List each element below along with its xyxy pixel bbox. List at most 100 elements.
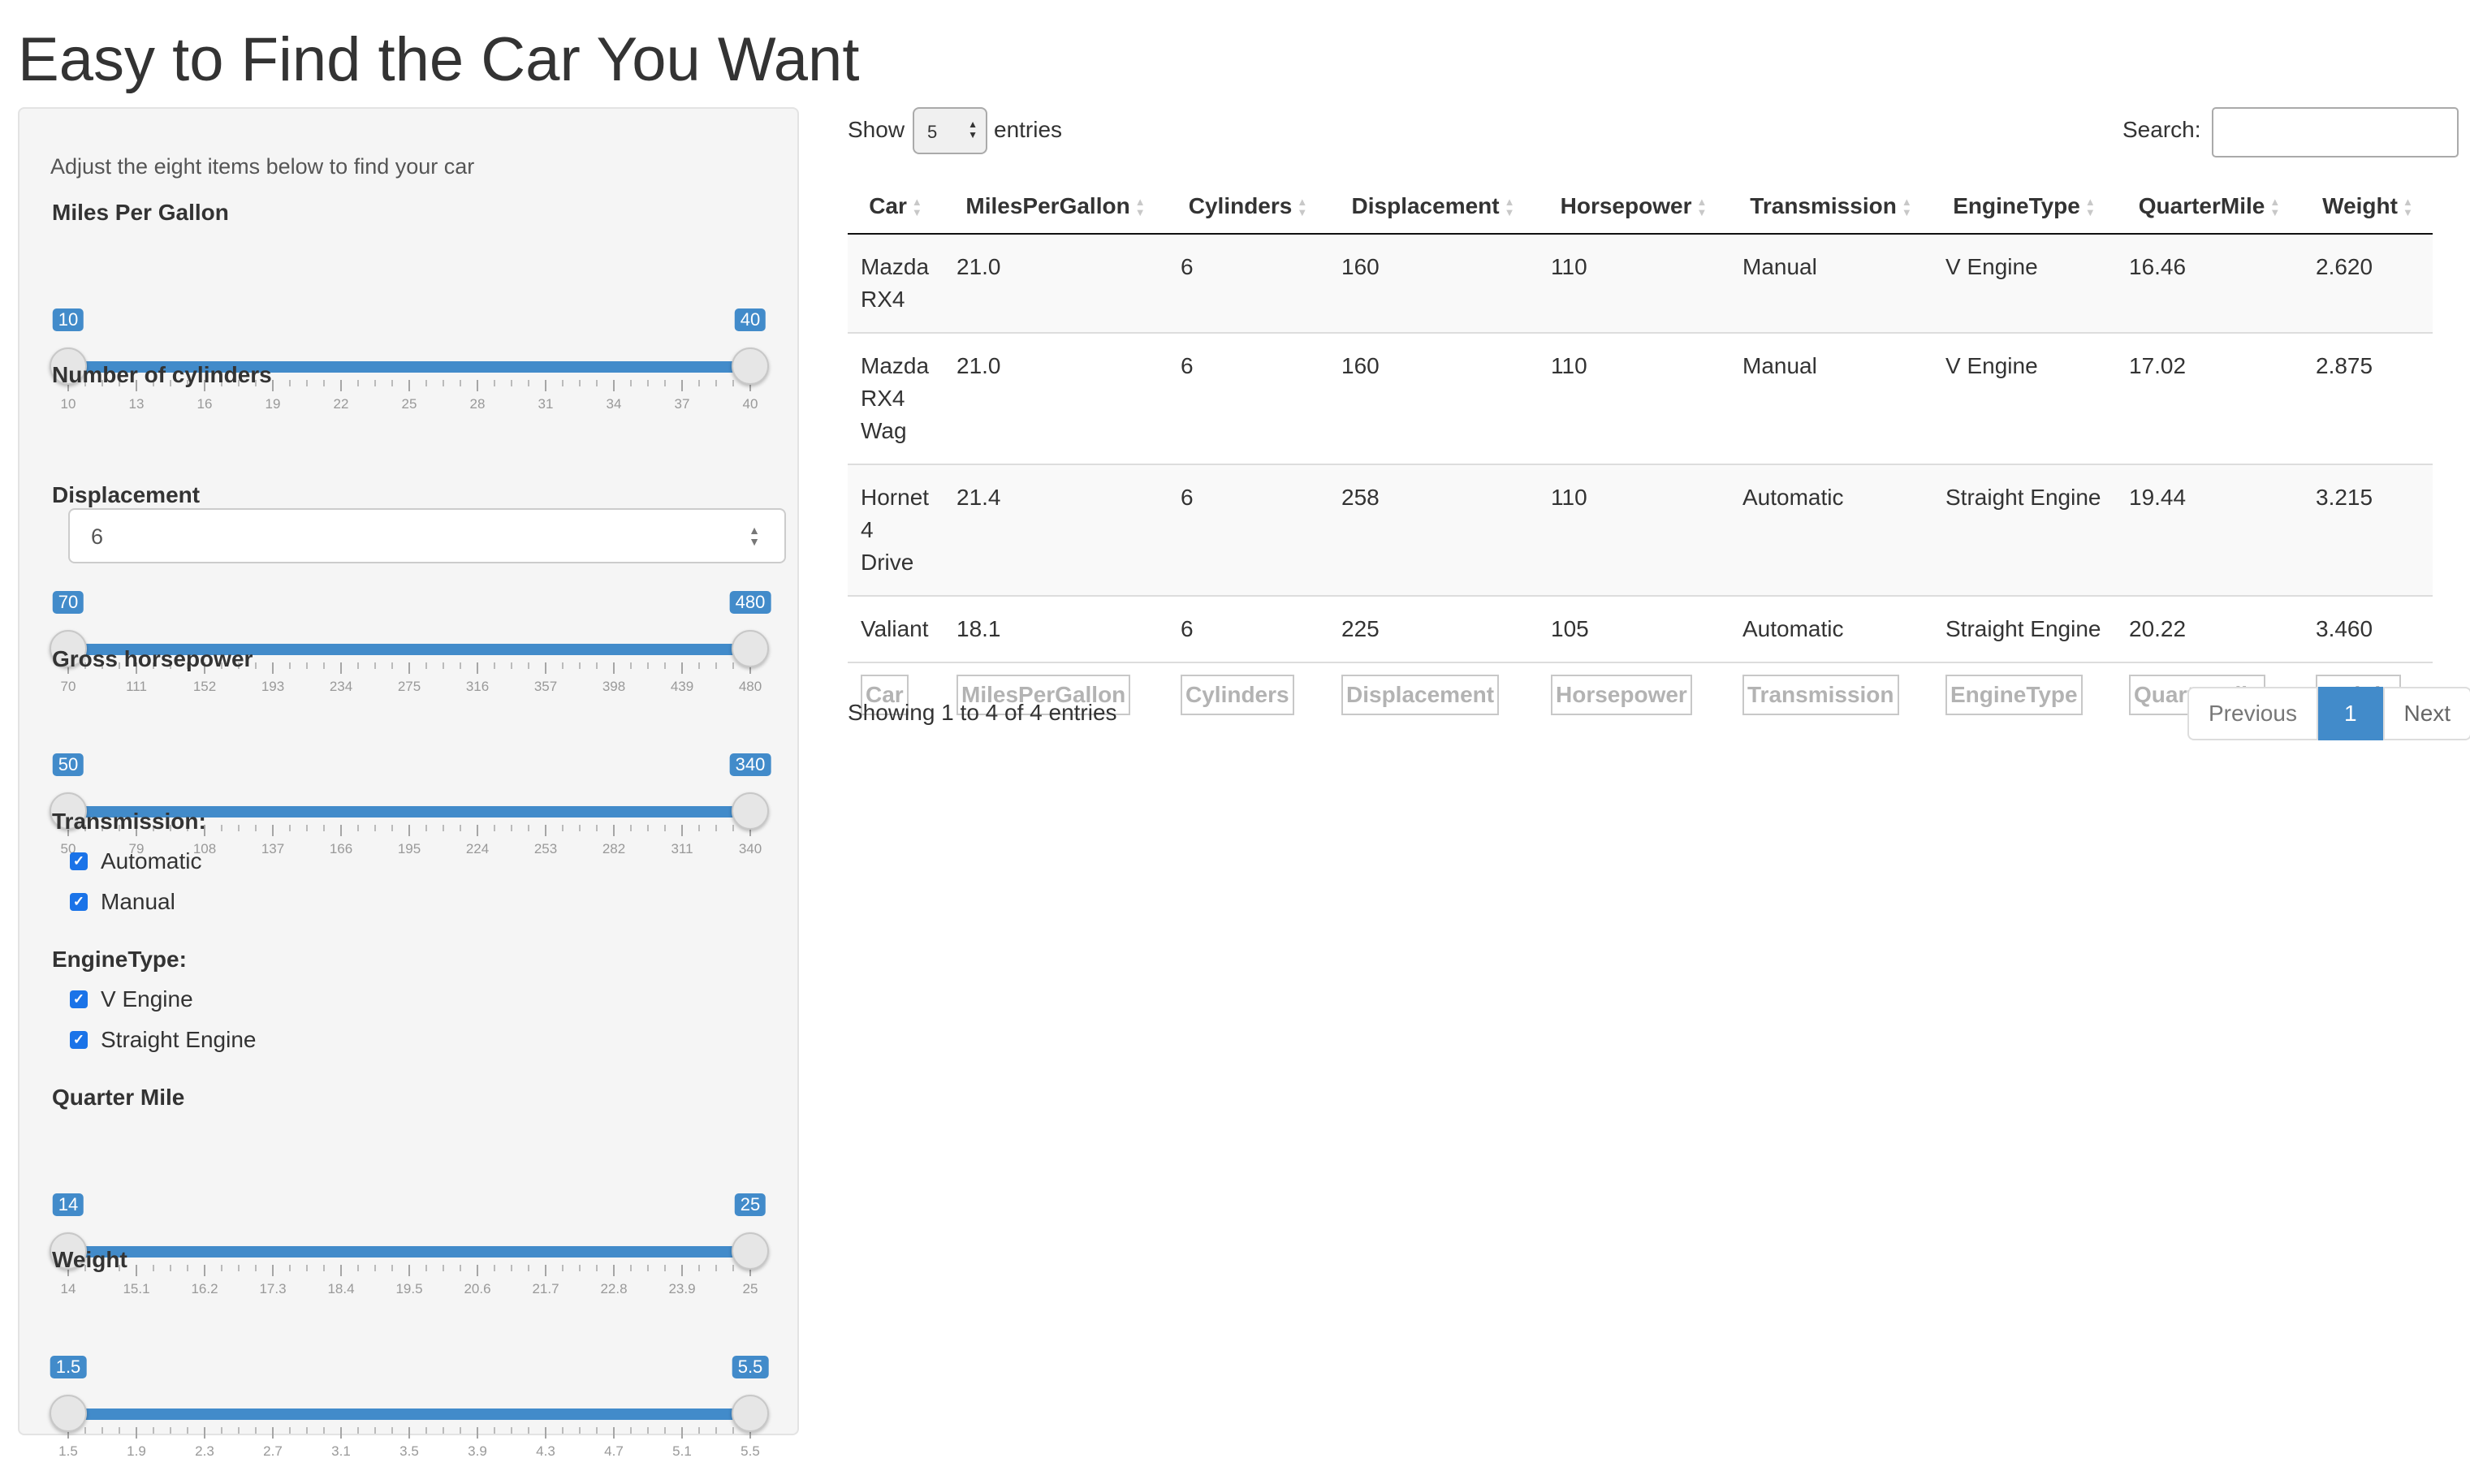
slider-tick [408, 1265, 410, 1276]
column-header[interactable]: EngineType ▲ ▼ [1932, 179, 2116, 235]
sort-arrows-icon[interactable]: ▲ ▼ [1902, 196, 1912, 218]
slider-max-handle[interactable] [732, 630, 769, 667]
slider-tick-label: 25 [742, 1281, 758, 1296]
slider-min-handle[interactable] [50, 1395, 87, 1432]
slider-tick [272, 1265, 274, 1276]
slider-max-handle[interactable] [732, 1395, 769, 1432]
slider-tick-label: 137 [261, 841, 285, 856]
slider-tick [732, 1427, 734, 1434]
slider-tick [647, 1427, 649, 1434]
slider-tick [306, 380, 308, 386]
column-header[interactable]: Weight ▲ ▼ [2303, 179, 2433, 235]
slider-tick [425, 1265, 427, 1271]
slider-tick-label: 17.3 [259, 1281, 287, 1296]
sort-arrows-icon[interactable]: ▲ ▼ [1505, 196, 1515, 218]
column-filter-input[interactable]: Transmission [1742, 675, 1899, 715]
entries-select[interactable]: 5 ▲ ▼ [913, 107, 987, 154]
search-input[interactable] [2212, 107, 2459, 157]
slider-tick-label: 234 [329, 679, 353, 694]
column-header[interactable]: QuarterMile ▲ ▼ [2116, 179, 2303, 235]
sort-arrows-icon[interactable]: ▲ ▼ [1696, 196, 1707, 218]
slider-tick [528, 380, 529, 386]
column-header[interactable]: Horsepower ▲ ▼ [1538, 179, 1729, 235]
table-row[interactable]: Mazda RX4 Wag 21.0 6 160 110 Manual V Engine 17… [848, 333, 2433, 465]
table-row[interactable]: Mazda RX4 21.0 6 160 110 Manual V Engine 16.46 2… [848, 234, 2433, 334]
spinner-arrows-icon[interactable]: ▲ ▼ [749, 524, 760, 547]
slider-tick [238, 1427, 240, 1434]
checkbox-manual[interactable]: ✓ Manual [70, 888, 175, 916]
table-cell: 17.02 [2116, 333, 2303, 465]
slider-tick [545, 380, 546, 391]
slider-tick-label: 37 [674, 396, 690, 412]
slider-tick [511, 1265, 512, 1271]
previous-button[interactable]: Previous [2187, 687, 2318, 740]
checkbox-label: V Engine [101, 986, 193, 1012]
sort-arrows-icon[interactable]: ▲ ▼ [2269, 196, 2280, 218]
slider-tick [715, 1427, 717, 1434]
column-filter-input[interactable]: Horsepower [1551, 675, 1692, 715]
slider-tick [664, 825, 666, 831]
slider-tick [425, 825, 427, 831]
slider-max-handle[interactable] [732, 347, 769, 385]
slider-tick-label: 16.2 [191, 1281, 218, 1296]
slider-tick [647, 380, 649, 386]
checkbox-automatic[interactable]: ✓ Automatic [70, 848, 202, 875]
checkbox-checked-icon[interactable]: ✓ [70, 990, 88, 1008]
cylinders-input[interactable]: 6 ▲ ▼ [68, 508, 786, 563]
slider-tick [357, 825, 359, 831]
sort-arrows-icon[interactable]: ▲ ▼ [2403, 196, 2413, 218]
checkbox-label: Straight Engine [101, 1027, 257, 1052]
slider-tick [562, 380, 564, 386]
column-header[interactable]: Transmission ▲ ▼ [1729, 179, 1932, 235]
table-row[interactable]: Valiant 18.1 6 225 105 Automatic Straight Engi… [848, 596, 2433, 663]
checkbox-checked-icon[interactable]: ✓ [70, 1031, 88, 1049]
slider-tick [289, 662, 291, 669]
column-filter-input[interactable]: Displacement [1341, 675, 1500, 715]
slider-tick-label: 21.7 [532, 1281, 559, 1296]
table-cell: V Engine [1932, 333, 2116, 465]
sort-arrows-icon[interactable]: ▲ ▼ [1135, 196, 1146, 218]
column-filter-input[interactable]: EngineType [1945, 675, 2083, 715]
entries-label: entries [994, 117, 1063, 142]
slider-tick [647, 825, 649, 831]
slider-tick-label: 22.8 [600, 1281, 628, 1296]
slider-tick [477, 1427, 478, 1439]
table-cell: 20.22 [2116, 596, 2303, 663]
slider-tick [494, 1265, 495, 1271]
table-cell: 3.215 [2303, 464, 2433, 597]
slider-min-label: 70 [52, 591, 84, 614]
slider-tick [187, 1265, 188, 1271]
column-header[interactable]: Displacement ▲ ▼ [1328, 179, 1538, 235]
slider-tick-label: 224 [465, 841, 490, 856]
table-row[interactable]: Hornet 4 Drive 21.4 6 258 110 Automatic Straig… [848, 464, 2433, 597]
sort-arrows-icon[interactable]: ▲ ▼ [1297, 196, 1307, 218]
slider-max-handle[interactable] [732, 1232, 769, 1270]
checkbox-v-engine[interactable]: ✓ V Engine [70, 986, 193, 1013]
column-header[interactable]: Car ▲ ▼ [848, 179, 944, 235]
checkbox-checked-icon[interactable]: ✓ [70, 852, 88, 870]
page-1-button[interactable]: 1 [2317, 687, 2383, 740]
slider-tick-label: 1.9 [127, 1443, 146, 1459]
table-cell: 18.1 [944, 596, 1168, 663]
table-cell: Manual [1729, 333, 1932, 465]
slider-max-label: 480 [729, 591, 771, 614]
sort-arrows-icon[interactable]: ▲ ▼ [912, 196, 922, 218]
next-button[interactable]: Next [2382, 687, 2470, 740]
slider-tick [545, 1265, 546, 1276]
sort-arrows-icon[interactable]: ▲ ▼ [2085, 196, 2096, 218]
quartermile-slider[interactable]: 14 15.1 16.2 17.3 18.4 19.5 20.6 21.7 22.8 23.9 25… [50, 1193, 769, 1318]
column-filter-input[interactable]: Cylinders [1181, 675, 1294, 715]
slider-tick [408, 825, 410, 836]
sidebar-intro: Adjust the eight items below to find you… [50, 154, 475, 179]
checkbox-checked-icon[interactable]: ✓ [70, 893, 88, 911]
filter-sidebar: Adjust the eight items below to find you… [18, 107, 799, 1459]
slider-max-handle[interactable] [732, 792, 769, 830]
slider-tick [170, 1265, 171, 1271]
slider-tick-label: 5.5 [741, 1443, 760, 1459]
slider-tick [562, 662, 564, 669]
checkbox-straight-engine[interactable]: ✓ Straight Engine [70, 1026, 256, 1054]
column-header[interactable]: MilesPerGallon ▲ ▼ [944, 179, 1168, 235]
column-header[interactable]: Cylinders ▲ ▼ [1168, 179, 1328, 235]
weight-slider[interactable]: 1.5 1.9 2.3 2.7 3.1 3.5 3.9 4.3 4.7 5.1 5.5 1.5 5.5 [50, 1356, 769, 1481]
slider-tick-label: 18.4 [327, 1281, 355, 1296]
